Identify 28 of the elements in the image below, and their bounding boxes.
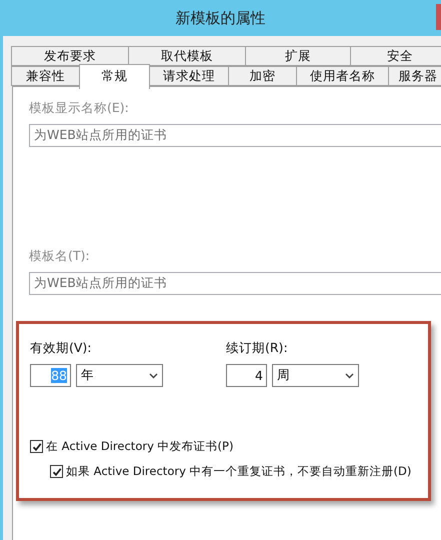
chevron-down-icon — [149, 372, 158, 378]
tab[interactable]: 请求处理 — [149, 66, 229, 86]
unit-dropdown[interactable]: 周 — [272, 364, 359, 387]
number-value: 88 — [51, 368, 67, 383]
number-value: 4 — [255, 368, 263, 383]
tab[interactable]: 扩展 — [245, 46, 351, 66]
tab[interactable]: 常规 — [79, 64, 150, 89]
tab[interactable]: 兼容性 — [11, 66, 80, 86]
tab[interactable]: 使用者名称 — [296, 66, 389, 86]
unit-dropdown[interactable]: 年 — [76, 364, 163, 387]
checkbox[interactable] — [30, 440, 43, 453]
checkbox-label: 如果 Active Directory 中有一个重复证书，不要自动重新注册(D) — [66, 464, 412, 479]
tab[interactable]: 取代模板 — [128, 46, 246, 66]
checkmark-icon — [32, 442, 42, 452]
tab[interactable]: 服务器 — [388, 66, 441, 86]
checkbox-label: 在 Active Directory 中发布证书(P) — [46, 439, 234, 454]
window-title: 新模板的属性 — [176, 8, 266, 28]
tab[interactable]: 发布要求 — [11, 46, 129, 66]
checkbox[interactable] — [50, 465, 63, 478]
chevron-down-icon — [345, 372, 354, 378]
tab[interactable]: 加密 — [228, 66, 297, 86]
field-label: 模板显示名称(E): — [29, 100, 129, 115]
number-field[interactable]: 4 — [226, 364, 267, 387]
period-label: 有效期(V): — [30, 340, 93, 357]
tab[interactable]: 安全 — [350, 46, 441, 66]
period-label: 续订期(R): — [226, 340, 289, 357]
field-label: 模板名(T): — [29, 248, 90, 263]
checkmark-icon — [52, 466, 62, 476]
